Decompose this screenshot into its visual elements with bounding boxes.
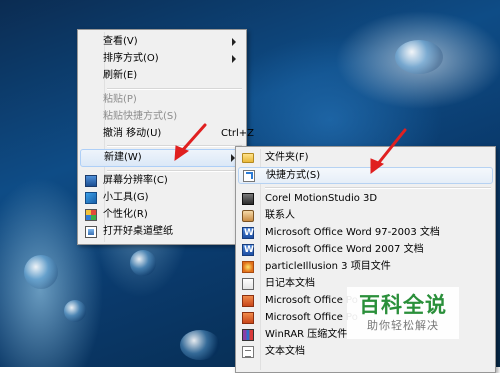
menu-item-shortcut: Ctrl+Z [220, 128, 254, 139]
submenu-item-word-97[interactable]: Microsoft Office Word 97-2003 文档 [238, 225, 493, 241]
menu-item-open-wallpaper[interactable]: 打开好桌道壁纸 [80, 224, 244, 240]
menu-separator [107, 88, 242, 90]
journal-icon [242, 278, 254, 290]
water-drop [64, 300, 86, 322]
corel-icon [242, 193, 254, 205]
menu-separator [265, 187, 491, 189]
submenu-item-shortcut[interactable]: 快捷方式(S) [238, 167, 493, 184]
menu-item-screen-resolution[interactable]: 屏幕分辨率(C) [80, 173, 244, 189]
menu-item-paste-shortcut[interactable]: 粘贴快捷方式(S) [80, 109, 244, 125]
submenu-item-corel[interactable]: Corel MotionStudio 3D [238, 191, 493, 207]
menu-item-new[interactable]: 新建(W) [80, 149, 244, 167]
submenu-arrow-icon [232, 38, 236, 46]
submenu-item-word-2007[interactable]: Microsoft Office Word 2007 文档 [238, 242, 493, 258]
shortcut-icon [243, 170, 255, 182]
menu-item-undo-move[interactable]: 撤消 移动(U) Ctrl+Z [80, 126, 254, 142]
gadgets-icon [85, 192, 97, 204]
particle-icon [242, 261, 254, 273]
word-icon [242, 242, 254, 258]
powerpoint-icon [242, 312, 254, 324]
menu-item-personalize[interactable]: 个性化(R) [80, 207, 244, 223]
winrar-icon [242, 329, 254, 341]
watermark: 百科全说 助你轻松解决 [347, 287, 459, 339]
submenu-item-folder[interactable]: 文件夹(F) [238, 150, 493, 166]
word-icon [242, 225, 254, 241]
submenu-item-text-document[interactable]: 文本文档 [238, 344, 493, 360]
folder-icon [242, 153, 254, 163]
water-drop [24, 255, 58, 289]
menu-item-view[interactable]: 查看(V) [80, 34, 244, 50]
water-drop [130, 250, 156, 276]
submenu-arrow-icon [232, 55, 236, 63]
menu-item-paste[interactable]: 粘贴(P) [80, 92, 244, 108]
submenu-item-particle[interactable]: particleIllusion 3 项目文件 [238, 259, 493, 275]
display-icon [85, 175, 97, 187]
personalize-icon [85, 209, 97, 221]
watermark-title: 百科全说 [359, 293, 447, 317]
watermark-subtitle: 助你轻松解决 [367, 319, 439, 332]
water-drop [180, 330, 220, 360]
menu-separator [107, 145, 242, 147]
menu-item-refresh[interactable]: 刷新(E) [80, 68, 244, 84]
menu-separator [107, 170, 242, 172]
submenu-item-contact[interactable]: 联系人 [238, 208, 493, 224]
menu-item-sort-by[interactable]: 排序方式(O) [80, 51, 244, 67]
water-drop [395, 40, 443, 74]
wallpaper-icon [85, 226, 97, 238]
powerpoint-icon [242, 295, 254, 307]
contact-icon [242, 210, 254, 222]
desktop-context-menu: 查看(V) 排序方式(O) 刷新(E) 粘贴(P) 粘贴快捷方式(S) 撤消 移… [77, 29, 254, 245]
menu-item-gadgets[interactable]: 小工具(G) [80, 190, 244, 206]
text-icon [242, 346, 254, 358]
